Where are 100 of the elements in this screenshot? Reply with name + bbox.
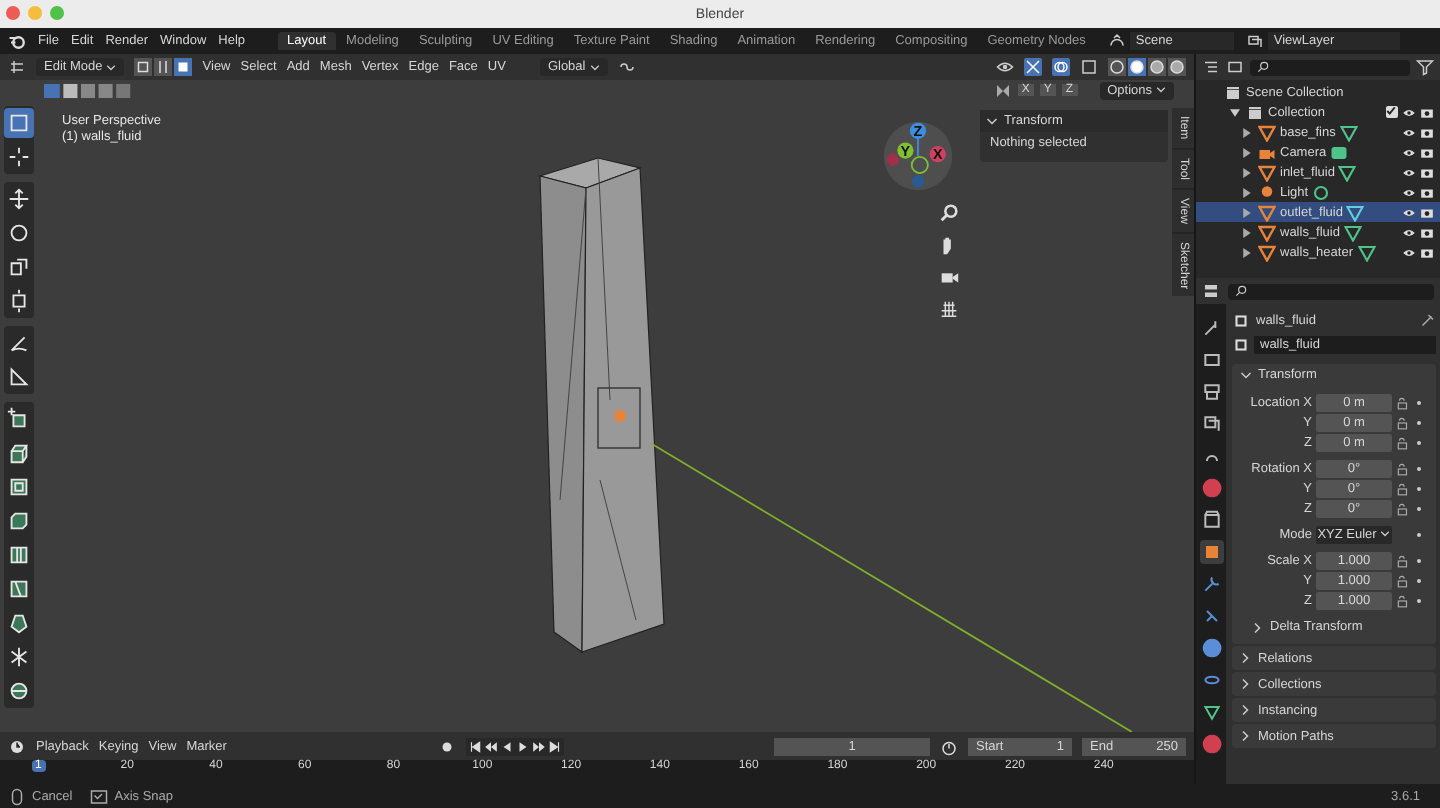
gizmo-toggle-icon[interactable]: [1024, 58, 1042, 76]
keyframe-dot-icon[interactable]: [1414, 397, 1424, 407]
checkbox[interactable]: [1386, 106, 1398, 118]
keyframe-dot-icon[interactable]: [1414, 503, 1424, 513]
caret-icon: [1380, 528, 1391, 539]
keyframe-dot-icon[interactable]: [1414, 529, 1424, 539]
lock-icon[interactable]: [1396, 593, 1410, 607]
eye-icon[interactable]: [1402, 125, 1416, 139]
object-tab-icon[interactable]: [1199, 540, 1223, 564]
collection-tab-icon[interactable]: [1199, 508, 1223, 532]
select-box-icon[interactable]: [4, 108, 34, 138]
keyframe-dot-icon[interactable]: [1414, 417, 1424, 427]
search-field[interactable]: [1228, 283, 1434, 299]
layers-icon[interactable]: [1245, 32, 1264, 50]
triangle-icon[interactable]: [1339, 123, 1358, 141]
lock-icon[interactable]: [1396, 395, 1410, 409]
modifiers-tab-icon[interactable]: [1199, 572, 1223, 596]
jump-end-icon[interactable]: [547, 739, 562, 753]
physics-tab-icon[interactable]: [1199, 636, 1223, 660]
camera-icon[interactable]: [1420, 145, 1434, 159]
close-button[interactable]: [6, 6, 20, 20]
lock-icon[interactable]: [1396, 553, 1410, 567]
eye-icon[interactable]: [996, 58, 1014, 76]
overlay-toggle-icon[interactable]: [1052, 58, 1070, 76]
triangle-icon: [1258, 123, 1276, 141]
keyframe-dot-icon[interactable]: [1414, 575, 1424, 585]
stopwatch-icon[interactable]: [940, 737, 958, 755]
eye-icon[interactable]: [1402, 205, 1416, 219]
world-tab-icon[interactable]: [1199, 476, 1223, 500]
camera-icon[interactable]: [1420, 245, 1434, 259]
eye-icon[interactable]: [1402, 225, 1416, 239]
chevron-icon: [1240, 704, 1252, 716]
display-mode-icon[interactable]: [1226, 58, 1244, 76]
search-icon: [1256, 60, 1270, 74]
eye-icon[interactable]: [1402, 105, 1416, 119]
camera-icon[interactable]: [1420, 105, 1434, 119]
lock-icon[interactable]: [1396, 435, 1410, 449]
editor-type-icon[interactable]: [8, 58, 26, 76]
expand-arrow-icon[interactable]: [1230, 107, 1242, 117]
zoom-icon[interactable]: [938, 202, 960, 224]
chevron-icon: [1240, 730, 1252, 742]
record-icon[interactable]: [437, 737, 456, 755]
view-layer-tab-icon[interactable]: [1199, 412, 1223, 436]
rendered-sphere-icon[interactable]: [1168, 58, 1186, 76]
lock-icon[interactable]: [1396, 573, 1410, 587]
next-key-icon[interactable]: [531, 739, 546, 753]
caret-icon: [589, 61, 600, 72]
move-arrows-icon[interactable]: [4, 184, 34, 214]
eye-icon[interactable]: [1402, 245, 1416, 259]
lock-icon[interactable]: [1396, 461, 1410, 475]
search-icon: [1234, 284, 1248, 298]
pin-icon[interactable]: [1418, 311, 1436, 329]
render-tab-icon[interactable]: [1199, 348, 1223, 372]
play-reverse-icon[interactable]: [499, 739, 514, 753]
xray-toggle-icon[interactable]: [1080, 58, 1098, 76]
wireframe-sphere-icon[interactable]: [1108, 58, 1126, 76]
lock-icon[interactable]: [1396, 501, 1410, 515]
previous-key-icon[interactable]: [483, 739, 498, 753]
crosshair-icon[interactable]: [4, 142, 34, 172]
search-field[interactable]: [1250, 59, 1410, 75]
keyframe-dot-icon[interactable]: [1414, 555, 1424, 565]
keyframe-dot-icon[interactable]: [1414, 483, 1424, 493]
eye-icon[interactable]: [1402, 185, 1416, 199]
scene-icon[interactable]: [1107, 32, 1126, 50]
material-tab-icon[interactable]: [1199, 732, 1223, 756]
axis-gizmo[interactable]: Z Y X: [882, 120, 954, 192]
clock-icon[interactable]: [8, 737, 26, 755]
caret-icon: [1156, 84, 1166, 95]
edge-select-icon[interactable]: [154, 58, 173, 76]
keyframe-dot-icon[interactable]: [1414, 595, 1424, 605]
vertex-select-icon[interactable]: [134, 58, 153, 76]
chevron-icon: [1240, 678, 1252, 690]
sun-icon[interactable]: [1312, 183, 1331, 201]
grid-icon[interactable]: [938, 298, 960, 320]
camera-icon[interactable]: [1420, 205, 1434, 219]
face-select-icon[interactable]: [174, 58, 193, 76]
editor-type-icon[interactable]: [1202, 282, 1220, 300]
camera-icon[interactable]: [1420, 125, 1434, 139]
camera-icon[interactable]: [1420, 185, 1434, 199]
material-sphere-icon[interactable]: [1148, 58, 1166, 76]
solid-sphere-icon[interactable]: [1128, 58, 1146, 76]
camera-icon[interactable]: [1420, 165, 1434, 179]
camera-icon[interactable]: [1420, 225, 1434, 239]
selection-mode-icons[interactable]: [44, 81, 132, 99]
lock-icon[interactable]: [1396, 415, 1410, 429]
app-logo-icon[interactable]: [8, 32, 26, 50]
triangle-icon[interactable]: [1338, 163, 1357, 181]
eye-icon[interactable]: [1402, 165, 1416, 179]
camera-icon[interactable]: [1330, 143, 1349, 161]
filter-icon[interactable]: [1416, 58, 1434, 76]
chevron-icon: [1240, 652, 1252, 664]
data-tab-icon[interactable]: [1199, 700, 1223, 724]
lock-icon[interactable]: [1396, 481, 1410, 495]
jump-start-icon[interactable]: [467, 739, 482, 753]
keyframe-dot-icon[interactable]: [1414, 463, 1424, 473]
play-icon[interactable]: [515, 739, 530, 753]
eye-icon[interactable]: [1402, 145, 1416, 159]
list-icon[interactable]: [1202, 58, 1220, 76]
keyframe-dot-icon[interactable]: [1414, 437, 1424, 447]
output-tab-icon[interactable]: [1199, 380, 1223, 404]
